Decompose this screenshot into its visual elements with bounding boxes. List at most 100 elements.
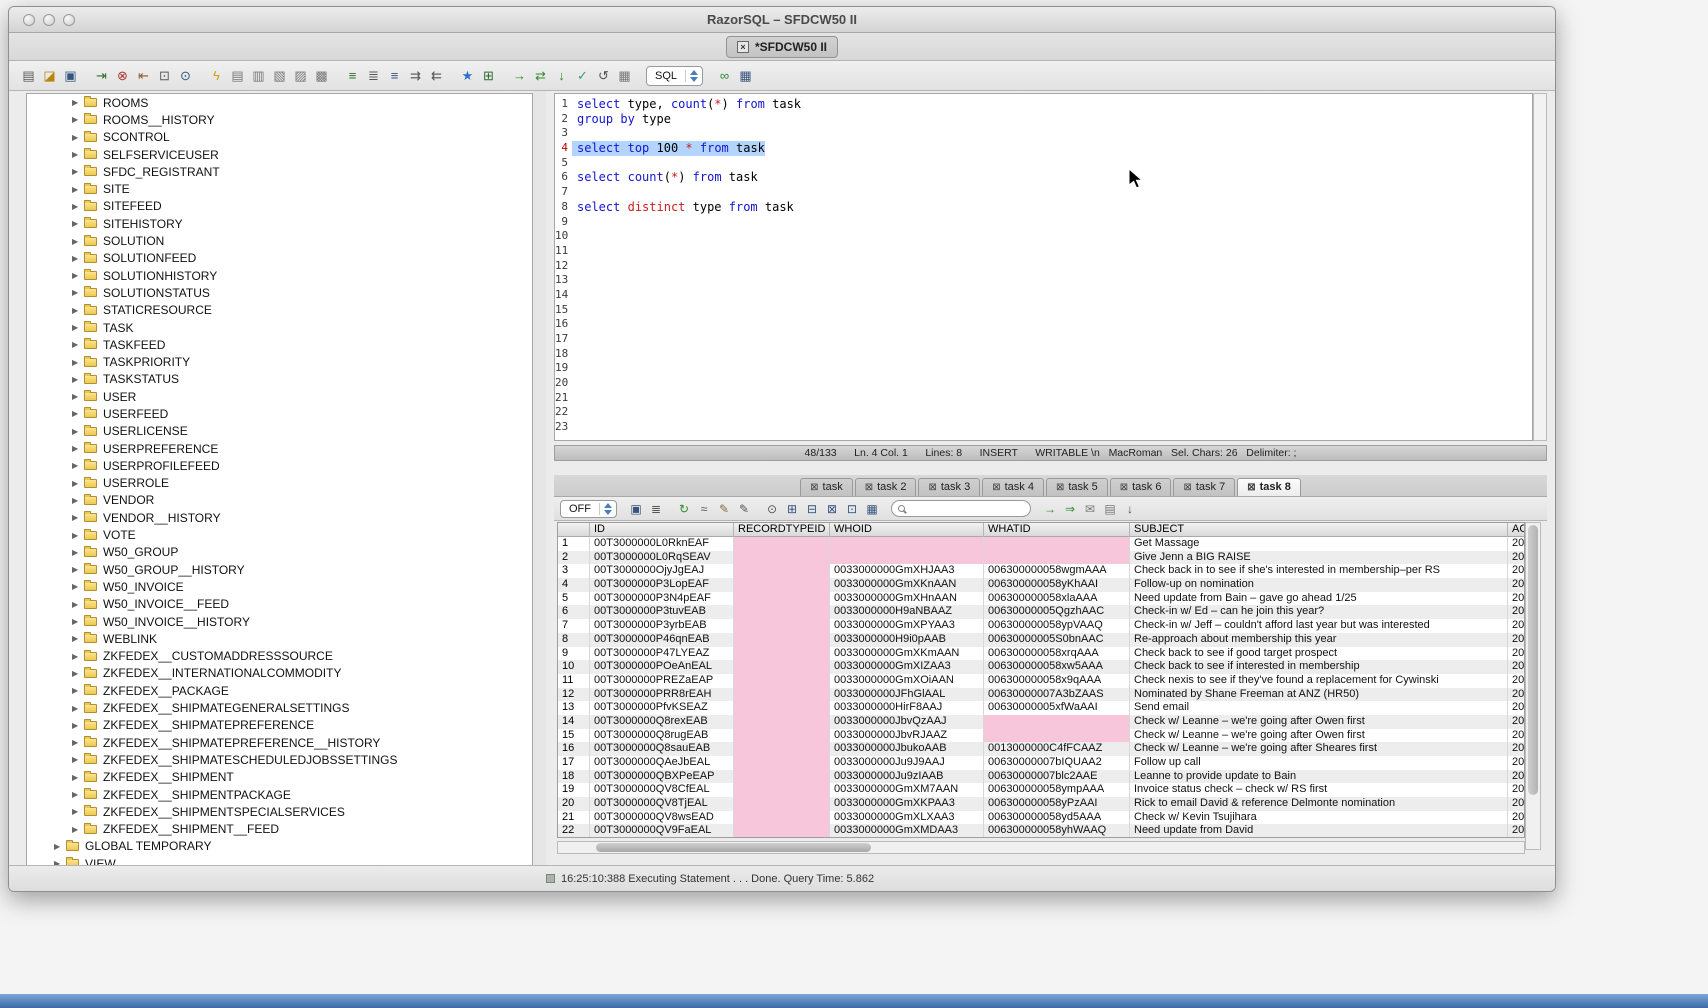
tree-item[interactable]: ▶W50_INVOICE bbox=[27, 578, 532, 595]
tree-item[interactable]: ▶SOLUTIONSTATUS bbox=[27, 284, 532, 301]
table-cell[interactable]: 200 bbox=[1508, 729, 1525, 743]
table-cell[interactable]: 0033000000GmXOiAAN bbox=[830, 674, 984, 688]
table-cell[interactable] bbox=[734, 756, 830, 770]
disclosure-triangle-icon[interactable]: ▶ bbox=[72, 825, 84, 834]
table-cell[interactable]: 0033000000JFhGlAAL bbox=[830, 688, 984, 702]
results-grid-body[interactable]: 100T3000000L0RknEAFGet Massage200200T300… bbox=[558, 537, 1524, 838]
swap-icon[interactable]: ⇄ bbox=[531, 66, 550, 85]
tree-item[interactable]: ▶ZKFEDEX__SHIPMENT bbox=[27, 769, 532, 786]
table-cell[interactable]: 200 bbox=[1508, 564, 1525, 578]
disclosure-triangle-icon[interactable]: ▶ bbox=[72, 513, 84, 522]
table-cell[interactable]: Invoice status check – check w/ RS first bbox=[1130, 783, 1508, 797]
table-cell[interactable] bbox=[984, 537, 1130, 551]
format-sql-icon[interactable]: ≣ bbox=[364, 66, 383, 85]
table-cell[interactable] bbox=[734, 647, 830, 661]
table-cell[interactable]: Check-in w/ Jeff – couldn't afford last … bbox=[1130, 619, 1508, 633]
disclosure-triangle-icon[interactable]: ▶ bbox=[72, 807, 84, 816]
table-cell[interactable]: 0033000000GmXM7AAN bbox=[830, 783, 984, 797]
email-results-icon[interactable]: ✉ bbox=[1081, 500, 1099, 518]
form-view-icon[interactable]: ⊟ bbox=[803, 500, 821, 518]
table-cell[interactable]: 0033000000GmXPYAA3 bbox=[830, 619, 984, 633]
tree-item[interactable]: ▶GLOBAL TEMPORARY bbox=[27, 838, 532, 855]
result-tab[interactable]: ⊠task 3 bbox=[918, 478, 980, 496]
tree-item[interactable]: ▶VENDOR bbox=[27, 492, 532, 509]
grid-view-icon[interactable]: ⊞ bbox=[783, 500, 801, 518]
row-list-icon[interactable]: ≡ bbox=[343, 66, 362, 85]
validate-check-icon[interactable]: ✓ bbox=[573, 66, 592, 85]
copy-cell-icon[interactable]: ⊡ bbox=[843, 500, 861, 518]
disclosure-triangle-icon[interactable]: ▶ bbox=[72, 669, 84, 678]
table-cell[interactable] bbox=[734, 824, 830, 838]
editor-line[interactable]: 19 bbox=[555, 361, 1532, 376]
tree-item[interactable]: ▶SITEHISTORY bbox=[27, 215, 532, 232]
report-icon[interactable]: ▤ bbox=[1101, 500, 1119, 518]
table-cell[interactable] bbox=[984, 729, 1130, 743]
table-view-icon[interactable]: ▦ bbox=[736, 66, 755, 85]
table-cell[interactable] bbox=[734, 715, 830, 729]
disclosure-triangle-icon[interactable]: ▶ bbox=[72, 686, 84, 695]
tree-item[interactable]: ▶ZKFEDEX__SHIPMENTSPECIALSERVICES bbox=[27, 803, 532, 820]
column-header[interactable]: WHATID bbox=[984, 523, 1130, 537]
table-cell[interactable] bbox=[734, 674, 830, 688]
disclosure-triangle-icon[interactable]: ▶ bbox=[72, 461, 84, 470]
document-tab[interactable]: × *SFDCW50 II bbox=[726, 36, 838, 58]
tree-item[interactable]: ▶TASKFEED bbox=[27, 336, 532, 353]
table-cell[interactable]: 00T3000000Q8rugEAB bbox=[590, 729, 734, 743]
table-cell[interactable] bbox=[734, 592, 830, 606]
tree-item[interactable]: ▶USERFEED bbox=[27, 405, 532, 422]
close-result-tab-icon[interactable]: ⊠ bbox=[1247, 482, 1255, 493]
table-cell[interactable]: Follow-up on nomination bbox=[1130, 578, 1508, 592]
editor-line[interactable]: 11 bbox=[555, 244, 1532, 259]
disclosure-triangle-icon[interactable]: ▶ bbox=[72, 531, 84, 540]
sql-editor[interactable]: 1select type, count(*) from task2group b… bbox=[554, 93, 1533, 441]
table-cell[interactable]: 006300000058yd5AAA bbox=[984, 811, 1130, 825]
disclosure-triangle-icon[interactable]: ▶ bbox=[72, 582, 84, 591]
table-cell[interactable]: 0013000000C4fFCAAZ bbox=[984, 742, 1130, 756]
table-cell[interactable]: 200 bbox=[1508, 783, 1525, 797]
table-cell[interactable]: Check w/ Kevin Tsujihara bbox=[1130, 811, 1508, 825]
disclosure-triangle-icon[interactable]: ▶ bbox=[72, 202, 84, 211]
table-row[interactable]: 300T3000000OjyJgEAJ0033000000GmXHJAA3006… bbox=[558, 564, 1524, 578]
export-data-icon[interactable]: ⇤ bbox=[134, 66, 153, 85]
disclosure-triangle-icon[interactable]: ▶ bbox=[72, 271, 84, 280]
editor-line[interactable]: 10 bbox=[555, 229, 1532, 244]
schedule-icon[interactable]: ▦ bbox=[615, 66, 634, 85]
editor-line[interactable]: 12 bbox=[555, 259, 1532, 274]
table-cell[interactable]: 0033000000GmXKmAAN bbox=[830, 647, 984, 661]
table-cell[interactable]: 00T3000000PfvKSEAZ bbox=[590, 701, 734, 715]
disclosure-triangle-icon[interactable]: ▶ bbox=[72, 133, 84, 142]
table-cell[interactable]: 200 bbox=[1508, 701, 1525, 715]
table-cell[interactable]: 00T3000000OjyJgEAJ bbox=[590, 564, 734, 578]
disclosure-triangle-icon[interactable]: ▶ bbox=[72, 617, 84, 626]
table-cell[interactable]: 0033000000Ju9J9AAJ bbox=[830, 756, 984, 770]
import-data-icon[interactable]: ⇥ bbox=[92, 66, 111, 85]
table-row[interactable]: 1900T3000000QV8CfEAL0033000000GmXM7AAN00… bbox=[558, 783, 1524, 797]
tree-item[interactable]: ▶ROOMS__HISTORY bbox=[27, 111, 532, 128]
tree-item[interactable]: ▶ZKFEDEX__SHIPMATESCHEDULEDJOBSSETTINGS bbox=[27, 751, 532, 768]
table-cell[interactable]: 0033000000JbukoAAB bbox=[830, 742, 984, 756]
tree-item[interactable]: ▶TASKPRIORITY bbox=[27, 353, 532, 370]
table-cell[interactable]: Check w/ Leanne – we're going after Owen… bbox=[1130, 715, 1508, 729]
disclosure-triangle-icon[interactable]: ▶ bbox=[72, 306, 84, 315]
edit-insert-icon[interactable]: ✎ bbox=[715, 500, 733, 518]
table-cell[interactable] bbox=[734, 551, 830, 565]
tree-item[interactable]: ▶W50_INVOICE__HISTORY bbox=[27, 613, 532, 630]
tree-item[interactable]: ▶USERLICENSE bbox=[27, 423, 532, 440]
table-cell[interactable]: Leanne to provide update to Bain bbox=[1130, 770, 1508, 784]
filter-results-icon[interactable]: ≣ bbox=[647, 500, 665, 518]
disclosure-triangle-icon[interactable]: ▶ bbox=[72, 444, 84, 453]
table-cell[interactable]: 00T3000000L0RknEAF bbox=[590, 537, 734, 551]
result-tab[interactable]: ⊠task 8 bbox=[1237, 478, 1301, 496]
go-next-icon[interactable]: → bbox=[510, 66, 529, 85]
disclosure-triangle-icon[interactable]: ▶ bbox=[72, 409, 84, 418]
close-result-tab-icon[interactable]: ⊠ bbox=[928, 482, 936, 493]
disclosure-triangle-icon[interactable]: ▶ bbox=[72, 600, 84, 609]
table-row[interactable]: 1600T3000000Q8sauEAB0033000000JbukoAAB00… bbox=[558, 742, 1524, 756]
table-cell[interactable]: 006300000058yPzAAI bbox=[984, 797, 1130, 811]
table-cell[interactable]: Get Massage bbox=[1130, 537, 1508, 551]
tree-item[interactable]: ▶ZKFEDEX__SHIPMENTPACKAGE bbox=[27, 786, 532, 803]
disclosure-triangle-icon[interactable]: ▶ bbox=[72, 652, 84, 661]
tree-item[interactable]: ▶SOLUTIONFEED bbox=[27, 250, 532, 267]
table-cell[interactable]: 200 bbox=[1508, 715, 1525, 729]
results-vertical-scrollbar[interactable] bbox=[1525, 522, 1541, 850]
